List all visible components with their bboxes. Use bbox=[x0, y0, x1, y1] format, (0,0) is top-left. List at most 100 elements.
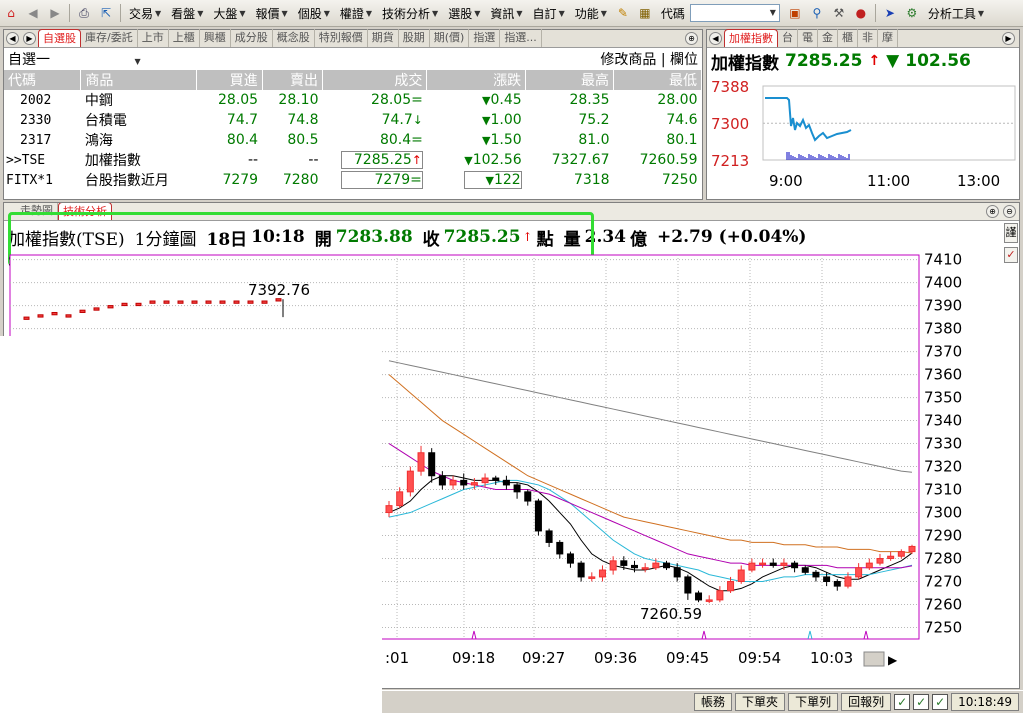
scroll-thumb[interactable] bbox=[863, 651, 885, 667]
quote-icon[interactable]: ▣ bbox=[786, 4, 804, 22]
status-button[interactable]: 帳務 bbox=[694, 693, 733, 711]
x-tick-label: 09:54 bbox=[738, 649, 781, 667]
menu-item[interactable]: 權證 ▼ bbox=[335, 5, 377, 22]
bid-cell: -- bbox=[247, 152, 259, 168]
candle bbox=[716, 590, 724, 601]
home-icon[interactable]: ⌂ bbox=[2, 4, 20, 22]
checkbox-1[interactable]: ✓ bbox=[894, 694, 911, 710]
menu-item[interactable]: 看盤 ▼ bbox=[166, 5, 208, 22]
alert-icon[interactable]: ● bbox=[852, 4, 870, 22]
analysis-tools-menu[interactable]: 分析工具 ▼ bbox=[923, 5, 989, 22]
modify-products-button[interactable]: 修改商品 bbox=[600, 52, 656, 68]
search-icon[interactable]: ⚲ bbox=[808, 4, 826, 22]
quote-tab[interactable]: 指選 bbox=[469, 29, 501, 47]
mini-tab[interactable]: 台 bbox=[778, 29, 798, 47]
status-button[interactable]: 下單夾 bbox=[735, 693, 786, 711]
quote-tab[interactable]: 自選股 bbox=[38, 29, 81, 47]
menu-item[interactable]: 資訊 ▼ bbox=[485, 5, 527, 22]
quote-row[interactable]: 2002 中鋼 28.05 28.10 28.05= ▼0.45 28.35 28.00 bbox=[4, 90, 702, 110]
checkbox-3[interactable]: ✓ bbox=[932, 694, 949, 710]
pen-icon[interactable]: ✎ bbox=[614, 4, 632, 22]
quote-tab[interactable]: 指選... bbox=[500, 29, 542, 47]
window-icon[interactable]: ⇱ bbox=[97, 4, 115, 22]
quote-tab[interactable]: 期(價) bbox=[430, 29, 470, 47]
column-header[interactable]: 最低 bbox=[613, 70, 702, 90]
columns-button[interactable]: 欄位 bbox=[670, 52, 698, 68]
quote-tab[interactable]: 上市 bbox=[138, 29, 169, 47]
candle bbox=[191, 300, 198, 304]
quote-tab[interactable]: 股期 bbox=[399, 29, 430, 47]
menu-item[interactable]: 選股 ▼ bbox=[443, 5, 485, 22]
menu-label: 資訊 bbox=[490, 6, 515, 21]
tab-prev-icon[interactable]: ◀ bbox=[709, 32, 722, 45]
tab-prev-icon[interactable]: ◀ bbox=[6, 32, 19, 45]
mini-tab[interactable]: 加權指數 bbox=[724, 29, 778, 47]
candle bbox=[513, 484, 521, 493]
mini-tab[interactable]: 金 bbox=[818, 29, 838, 47]
column-header[interactable]: 買進 bbox=[196, 70, 263, 90]
quote-tab[interactable]: 成分股 bbox=[231, 29, 273, 47]
tab-next-icon[interactable]: ▶ bbox=[1002, 32, 1015, 45]
code-input[interactable]: ▼ bbox=[689, 4, 780, 22]
mini-tab[interactable]: 摩 bbox=[878, 29, 898, 47]
candle bbox=[93, 307, 100, 311]
menu-item[interactable]: 個股 ▼ bbox=[293, 5, 335, 22]
zoom-icon[interactable]: ⊕ bbox=[685, 32, 698, 45]
quote-row[interactable]: 2317 鴻海 80.4 80.5 80.4= ▼1.50 81.0 80.1 bbox=[4, 130, 702, 150]
forward-icon[interactable]: ▶ bbox=[46, 4, 64, 22]
quote-tab[interactable]: 興櫃 bbox=[200, 29, 231, 47]
watchlist-select[interactable]: 自選一 ▼ bbox=[8, 49, 141, 69]
chevron-down-icon: ▼ bbox=[323, 8, 330, 18]
last-value: 7285.25 bbox=[353, 152, 412, 168]
quote-tab[interactable]: 上櫃 bbox=[169, 29, 200, 47]
cursor-icon[interactable]: ➤ bbox=[881, 4, 899, 22]
zoom-out-icon[interactable]: ⊖ bbox=[1003, 205, 1016, 218]
y-tick-label: 7360 bbox=[924, 366, 962, 384]
quote-tab[interactable]: 特別報價 bbox=[315, 29, 368, 47]
mini-tab[interactable]: 非 bbox=[858, 29, 878, 47]
menu-item[interactable]: 自訂 ▼ bbox=[528, 5, 570, 22]
candle bbox=[748, 562, 756, 571]
print-icon[interactable]: ⎙ bbox=[75, 4, 93, 22]
column-header[interactable]: 商品 bbox=[80, 70, 197, 90]
quote-tab[interactable]: 庫存/委託 bbox=[81, 29, 138, 47]
quote-row[interactable]: >>TSE 加權指數 -- -- 7285.25↑ ▼102.56 7327.67 7260.… bbox=[4, 150, 702, 170]
mini-tab[interactable]: 電 bbox=[798, 29, 818, 47]
status-button[interactable]: 下單列 bbox=[788, 693, 839, 711]
quote-row[interactable]: FITX*1 台股指數近月 7279 7280 7279= ▼122 7318 7250 bbox=[4, 170, 702, 190]
candle bbox=[630, 564, 638, 569]
quote-tab[interactable]: 期貨 bbox=[368, 29, 399, 47]
toolbar-divider bbox=[120, 4, 121, 22]
side-tab[interactable]: 謹 bbox=[1004, 223, 1018, 243]
checkbox-2[interactable]: ✓ bbox=[913, 694, 930, 710]
status-button[interactable]: 回報列 bbox=[841, 693, 892, 711]
tools-icon[interactable]: ⚒ bbox=[830, 4, 848, 22]
chevron-down-icon: ▼ bbox=[134, 57, 141, 66]
tab-next-icon[interactable]: ▶ bbox=[23, 32, 36, 45]
menu-item[interactable]: 報價 ▼ bbox=[251, 5, 293, 22]
candle bbox=[385, 505, 393, 514]
analysis-icon[interactable]: ⚙ bbox=[903, 4, 921, 22]
column-header[interactable]: 代碼 bbox=[4, 70, 82, 90]
column-header[interactable]: 賣出 bbox=[262, 70, 324, 90]
y-tick-label: 7410 bbox=[924, 251, 962, 269]
last-cell: 28.05= bbox=[323, 90, 427, 110]
zoom-icon[interactable]: ⊕ bbox=[986, 205, 999, 218]
menu-item[interactable]: 交易 ▼ bbox=[124, 5, 166, 22]
menu-item[interactable]: 功能 ▼ bbox=[570, 5, 612, 22]
candle bbox=[556, 541, 564, 555]
menu-item[interactable]: 技術分析 ▼ bbox=[377, 5, 443, 22]
column-header[interactable]: 漲跌 bbox=[426, 70, 527, 90]
back-icon[interactable]: ◀ bbox=[24, 4, 42, 22]
mini-tab[interactable]: 櫃 bbox=[838, 29, 858, 47]
column-header[interactable]: 最高 bbox=[525, 70, 615, 90]
side-check-icon[interactable]: ✓ bbox=[1004, 247, 1018, 263]
note-icon[interactable]: ▦ bbox=[636, 4, 654, 22]
scroll-right-icon[interactable]: ▶ bbox=[888, 653, 898, 667]
menu-item[interactable]: 大盤 ▼ bbox=[208, 5, 250, 22]
column-header[interactable]: 成交 bbox=[322, 70, 428, 90]
quote-tab[interactable]: 概念股 bbox=[273, 29, 315, 47]
chevron-down-icon: ▼ bbox=[365, 8, 373, 18]
menu-label: 交易 bbox=[129, 6, 154, 21]
quote-row[interactable]: 2330 台積電 74.7 74.8 74.7↓ ▼1.00 75.2 74.6 bbox=[4, 110, 702, 130]
